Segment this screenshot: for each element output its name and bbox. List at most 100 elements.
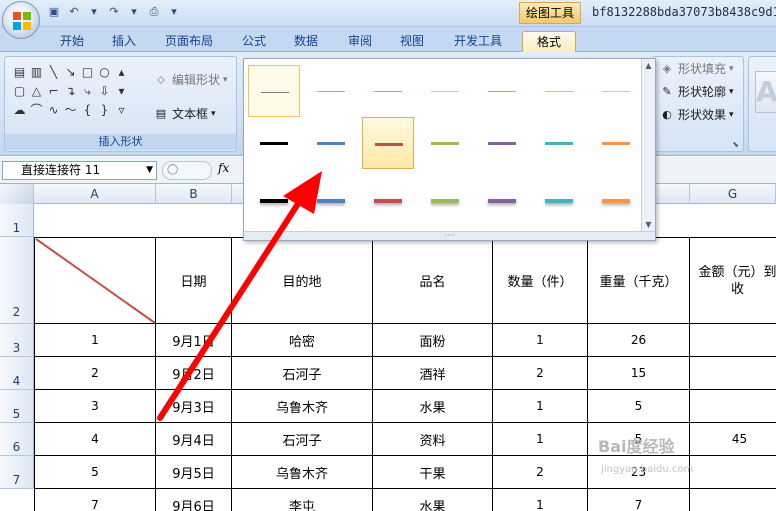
table-cell-product[interactable]: 资料 (373, 423, 493, 456)
line-style-option[interactable] (533, 175, 585, 227)
line-style-option[interactable] (476, 175, 528, 227)
table-cell-quantity[interactable]: 2 (493, 456, 588, 489)
down-arrow-shape-icon[interactable]: ⇩ (96, 82, 113, 101)
cloud-shape-icon[interactable]: ☁ (11, 101, 28, 120)
table-cell-amount[interactable] (690, 489, 776, 511)
triangle-shape-icon[interactable]: △ (28, 82, 45, 101)
vertical-textbox-shape-icon[interactable]: ▥ (28, 63, 45, 82)
line-style-option[interactable] (476, 117, 528, 169)
row-header-7[interactable]: 7 (0, 456, 34, 489)
diagonal-connector-line[interactable] (34, 237, 157, 325)
table-cell-product[interactable]: 干果 (373, 456, 493, 489)
line-style-option[interactable] (590, 175, 642, 227)
rounded-rect-shape-icon[interactable]: ▢ (11, 82, 28, 101)
table-cell-quantity[interactable]: 1 (493, 489, 588, 511)
table-cell-index[interactable]: 4 (34, 423, 156, 456)
table-cell-date[interactable]: 9月1日 (156, 324, 232, 357)
shapes-gallery[interactable]: ▤ ▥ ╲ ↘ □ ○ ▴ ▢ △ ⌐ ↴ ⤷ ⇩ ▾ ☁ ⌒ ∿ 〜 { } … (11, 63, 130, 120)
table-cell-quantity[interactable]: 2 (493, 357, 588, 390)
table-cell-destination[interactable]: 乌鲁木齐 (232, 390, 373, 423)
customize-qat-icon[interactable]: ▾ (166, 4, 182, 20)
table-cell-weight[interactable]: 7 (588, 489, 690, 511)
rectangle-shape-icon[interactable]: □ (79, 63, 96, 82)
column-header-a[interactable]: A (34, 184, 156, 204)
row-header-1[interactable]: 1 (0, 204, 34, 237)
line-style-option[interactable] (248, 117, 300, 169)
line-style-option[interactable] (476, 65, 528, 117)
column-header-b[interactable]: B (156, 184, 232, 204)
table-cell-date[interactable]: 9月3日 (156, 390, 232, 423)
header-cell-destination[interactable]: 目的地 (232, 237, 373, 324)
save-icon[interactable]: ▣ (46, 4, 62, 20)
table-cell-weight[interactable]: 26 (588, 324, 690, 357)
table-cell-index[interactable]: 3 (34, 390, 156, 423)
table-cell-date[interactable]: 9月2日 (156, 357, 232, 390)
table-cell-product[interactable]: 面粉 (373, 324, 493, 357)
line-style-option[interactable] (533, 117, 585, 169)
header-cell-product[interactable]: 品名 (373, 237, 493, 324)
table-cell-date[interactable]: 9月5日 (156, 456, 232, 489)
table-cell-amount[interactable] (690, 456, 776, 489)
undo-icon[interactable]: ↶ (66, 4, 82, 20)
line-style-option[interactable] (305, 65, 357, 117)
tab-data[interactable]: 数据 (284, 31, 328, 52)
row-header-3[interactable]: 3 (0, 324, 34, 357)
shapes-scroll-down-icon[interactable]: ▾ (113, 82, 130, 101)
insert-function-icon[interactable]: fx (218, 161, 229, 175)
table-cell-product[interactable]: 水果 (373, 489, 493, 511)
oval-shape-icon[interactable]: ○ (96, 63, 113, 82)
table-cell-quantity[interactable]: 1 (493, 423, 588, 456)
line-style-option[interactable] (248, 175, 300, 227)
table-cell-quantity[interactable]: 1 (493, 390, 588, 423)
right-brace-shape-icon[interactable]: } (96, 101, 113, 120)
elbow-connector-shape-icon[interactable]: ⌐ (45, 82, 62, 101)
gallery-scrollbar[interactable]: ▲ ▼ (641, 59, 655, 232)
dialog-launcher-icon[interactable]: ⬊ (732, 140, 739, 149)
header-cell-date[interactable]: 日期 (156, 237, 232, 324)
select-all-corner[interactable] (0, 184, 34, 204)
tab-page-layout[interactable]: 页面布局 (154, 31, 224, 52)
table-cell-index[interactable]: 2 (34, 357, 156, 390)
scroll-up-icon[interactable]: ▲ (642, 59, 655, 73)
line-style-option[interactable] (305, 175, 357, 227)
table-cell-weight[interactable]: 5 (588, 390, 690, 423)
edit-shape-button[interactable]: ⬦ 编辑形状 ▾ (153, 71, 227, 88)
table-cell-product[interactable]: 酒祥 (373, 357, 493, 390)
shape-fill-button[interactable]: ◈ 形状填充 ▾ (659, 60, 734, 77)
header-cell-amount[interactable]: 金额（元）到收 (690, 237, 776, 324)
line-style-option[interactable] (305, 117, 357, 169)
line-style-option[interactable] (590, 117, 642, 169)
shape-effects-button[interactable]: ◐ 形状效果 ▾ (659, 106, 733, 123)
table-cell-date[interactable]: 9月6日 (156, 489, 232, 511)
formula-bar-resize-handle[interactable]: ◯ (162, 161, 212, 180)
line-style-option[interactable] (362, 175, 414, 227)
office-button[interactable] (2, 1, 40, 39)
table-cell-amount[interactable] (690, 357, 776, 390)
line-shape-icon[interactable]: ╲ (45, 63, 62, 82)
table-cell-index[interactable]: 1 (34, 324, 156, 357)
undo-dropdown-icon[interactable]: ▾ (86, 4, 102, 20)
chevron-down-icon[interactable]: ▼ (146, 162, 153, 179)
row-header-2[interactable]: 2 (0, 237, 34, 324)
shapes-more-icon[interactable]: ▿ (113, 101, 130, 120)
tab-home[interactable]: 开始 (48, 31, 96, 52)
text-box-button[interactable]: ▤ 文本框 ▾ (153, 105, 216, 122)
left-brace-shape-icon[interactable]: { (79, 101, 96, 120)
table-cell-product[interactable]: 水果 (373, 390, 493, 423)
table-cell-weight[interactable]: 15 (588, 357, 690, 390)
shape-style-gallery[interactable]: ▲ ▼ ···· (243, 58, 656, 241)
line-style-option[interactable] (362, 65, 414, 117)
textbox-shape-icon[interactable]: ▤ (11, 63, 28, 82)
tab-insert[interactable]: 插入 (100, 31, 148, 52)
arrow-line-shape-icon[interactable]: ↘ (62, 63, 79, 82)
shape-outline-button[interactable]: ✎ 形状轮廓 ▾ (659, 83, 733, 100)
freeform-shape-icon[interactable]: 〜 (62, 101, 79, 120)
header-cell-weight[interactable]: 重量（千克） (588, 237, 690, 324)
tab-view[interactable]: 视图 (390, 31, 434, 52)
table-cell-amount[interactable]: 45 (690, 423, 776, 456)
tab-review[interactable]: 审阅 (338, 31, 382, 52)
table-cell-destination[interactable]: 哈密 (232, 324, 373, 357)
scroll-down-icon[interactable]: ▼ (642, 218, 655, 232)
table-cell-quantity[interactable]: 1 (493, 324, 588, 357)
elbow-arrow-shape-icon[interactable]: ↴ (62, 82, 79, 101)
